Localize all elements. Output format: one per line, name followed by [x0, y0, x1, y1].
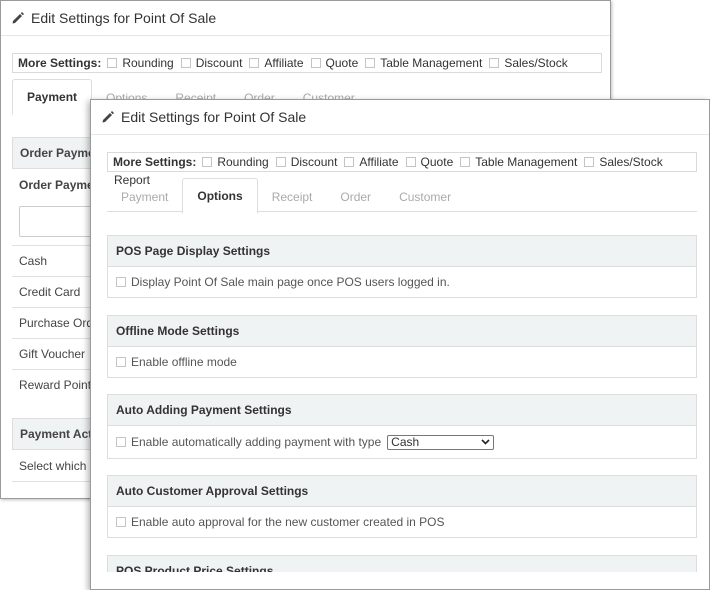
- back-window-title: Edit Settings for Point Of Sale: [31, 10, 217, 26]
- section-option: Enable automatically adding payment with…: [108, 426, 696, 458]
- front-window-title: Edit Settings for Point Of Sale: [121, 109, 307, 125]
- option-label: Enable auto approval for the new custome…: [131, 515, 445, 529]
- option-discount[interactable]: Discount: [275, 155, 337, 169]
- option-rounding[interactable]: Rounding: [202, 155, 269, 169]
- option-affiliate[interactable]: Affiliate: [344, 155, 399, 169]
- checkbox[interactable]: [180, 58, 191, 68]
- back-option-quote[interactable]: Quote: [310, 56, 358, 70]
- option-label: Display Point Of Sale main page once POS…: [131, 275, 450, 289]
- option-label: Enable offline mode: [131, 355, 237, 369]
- display-main-page-checkbox[interactable]: [116, 277, 126, 287]
- section-header: Auto Customer Approval Settings: [108, 476, 696, 507]
- chevron-down-icon: [481, 439, 490, 445]
- back-more-settings: More Settings: Rounding Discount Affilia…: [12, 53, 602, 73]
- pencil-icon: [12, 12, 24, 24]
- checkbox[interactable]: [202, 157, 213, 167]
- auto-customer-approval-section: Auto Customer Approval Settings Enable a…: [107, 475, 697, 538]
- payment-type-select[interactable]: Cash: [387, 434, 495, 450]
- more-settings-label: More Settings:: [113, 155, 197, 169]
- checkbox[interactable]: [460, 157, 471, 167]
- tab-payment[interactable]: Payment: [107, 180, 182, 214]
- tab-order[interactable]: Order: [326, 180, 385, 214]
- checkbox[interactable]: [107, 58, 118, 68]
- section-option: Display Point Of Sale main page once POS…: [108, 267, 696, 297]
- checkbox[interactable]: [365, 58, 376, 68]
- back-option-affiliate[interactable]: Affiliate: [249, 56, 304, 70]
- option-sales-stock[interactable]: Sales/Stock: [584, 155, 663, 169]
- offline-mode-checkbox[interactable]: [116, 357, 126, 367]
- section-header: Offline Mode Settings: [108, 316, 696, 347]
- section-option: Enable offline mode: [108, 347, 696, 377]
- auto-approval-checkbox[interactable]: [116, 517, 126, 527]
- more-settings-label: More Settings:: [18, 56, 102, 70]
- viewport-clip: [91, 572, 709, 589]
- auto-payment-checkbox[interactable]: [116, 437, 126, 447]
- checkbox[interactable]: [405, 157, 416, 167]
- pos-page-display-section: POS Page Display Settings Display Point …: [107, 235, 697, 298]
- front-settings-window: Edit Settings for Point Of Sale More Set…: [90, 99, 710, 590]
- auto-adding-payment-section: Auto Adding Payment Settings Enable auto…: [107, 394, 697, 459]
- option-label: Enable automatically adding payment with…: [131, 435, 382, 449]
- pencil-icon: [102, 111, 114, 123]
- back-option-discount[interactable]: Discount: [180, 56, 242, 70]
- front-tabs: Payment Options Receipt Order Customer: [107, 178, 465, 214]
- tab-customer[interactable]: Customer: [385, 180, 465, 214]
- tab-options[interactable]: Options: [182, 178, 258, 214]
- section-header: Auto Adding Payment Settings: [108, 395, 696, 426]
- offline-mode-section: Offline Mode Settings Enable offline mod…: [107, 315, 697, 378]
- select-value: Cash: [391, 435, 420, 449]
- checkbox[interactable]: [584, 157, 595, 167]
- front-title-bar: Edit Settings for Point Of Sale: [91, 100, 709, 135]
- section-header: POS Page Display Settings: [108, 236, 696, 267]
- checkbox[interactable]: [275, 157, 286, 167]
- back-option-sales-stock[interactable]: Sales/Stock: [489, 56, 568, 70]
- checkbox[interactable]: [344, 157, 355, 167]
- section-option: Enable auto approval for the new custome…: [108, 507, 696, 537]
- front-more-settings: More Settings: Rounding Discount Affilia…: [107, 152, 697, 172]
- tab-receipt[interactable]: Receipt: [258, 180, 327, 214]
- checkbox[interactable]: [249, 58, 260, 68]
- checkbox[interactable]: [489, 58, 500, 68]
- checkbox[interactable]: [310, 58, 321, 68]
- back-option-rounding[interactable]: Rounding: [107, 56, 174, 70]
- option-table-management[interactable]: Table Management: [460, 155, 577, 169]
- back-title-bar: Edit Settings for Point Of Sale: [1, 1, 610, 36]
- option-quote[interactable]: Quote: [405, 155, 453, 169]
- back-option-table-management[interactable]: Table Management: [365, 56, 482, 70]
- back-tab-payment[interactable]: Payment: [12, 79, 93, 115]
